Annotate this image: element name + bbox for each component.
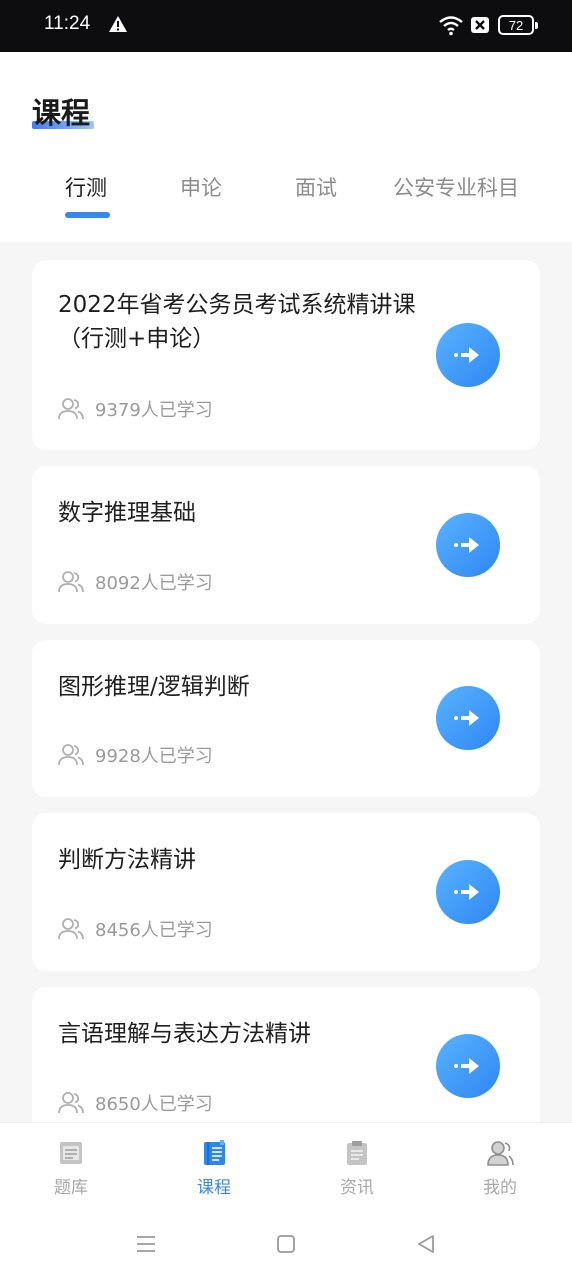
learner-count-text: 8650人已学习 — [95, 1094, 213, 1115]
course-title: 图形推理/逻辑判断 — [58, 674, 250, 700]
header: 课程 行测 申论 面试 公安专业科目 — [0, 52, 572, 242]
course-title: 言语理解与表达方法精讲 — [58, 1021, 311, 1047]
arrow-right-icon — [454, 1058, 479, 1074]
battery-icon: 72 — [498, 15, 538, 35]
nav-label: 题库 — [54, 1178, 88, 1198]
learner-count: 8092人已学习 — [58, 569, 213, 595]
start-course-button[interactable] — [436, 686, 500, 750]
course-card[interactable]: 图形推理/逻辑判断 9928人已学习 — [32, 640, 540, 797]
tab-mianshi[interactable]: 面试 — [295, 172, 337, 202]
system-nav-bar — [0, 1210, 572, 1280]
start-course-button[interactable] — [436, 860, 500, 924]
arrow-right-icon — [454, 710, 479, 726]
course-title: 数字推理基础 — [58, 500, 196, 526]
news-icon — [347, 1141, 367, 1165]
users-icon — [58, 918, 84, 940]
start-course-button[interactable] — [436, 323, 500, 387]
wifi-icon — [439, 16, 463, 36]
course-card[interactable]: 判断方法精讲 8456人已学习 — [32, 813, 540, 971]
users-icon — [58, 1092, 84, 1114]
tab-shenlun[interactable]: 申论 — [180, 172, 222, 202]
learner-count-text: 9379人已学习 — [95, 400, 213, 421]
no-sim-icon — [471, 17, 489, 33]
arrow-right-icon — [454, 537, 479, 553]
learner-count: 9379人已学习 — [58, 396, 213, 422]
nav-item-news[interactable]: 资讯 — [307, 1139, 407, 1198]
users-icon — [58, 744, 84, 766]
start-course-button[interactable] — [436, 1034, 500, 1098]
learner-count: 9928人已学习 — [58, 742, 213, 768]
learner-count-text: 9928人已学习 — [95, 746, 213, 767]
course-title: 判断方法精讲 — [58, 847, 196, 873]
back-icon[interactable] — [414, 1232, 438, 1256]
course-title: 2022年省考公务员考试系统精讲课（行测+申论） — [58, 292, 416, 352]
nav-label: 我的 — [483, 1178, 517, 1198]
users-icon — [58, 571, 84, 593]
nav-item-profile[interactable]: 我的 — [450, 1139, 550, 1198]
home-icon[interactable] — [274, 1232, 298, 1256]
nav-item-course[interactable]: 课程 — [164, 1139, 264, 1198]
course-card[interactable]: 数字推理基础 8092人已学习 — [32, 466, 540, 624]
users-icon — [58, 398, 84, 420]
battery-level: 72 — [508, 17, 524, 33]
arrow-right-icon — [454, 347, 479, 363]
question-bank-icon — [60, 1142, 82, 1164]
page-title: 课程 — [32, 96, 91, 130]
tab-xingce[interactable]: 行测 — [65, 172, 107, 202]
course-list[interactable]: 2022年省考公务员考试系统精讲课（行测+申论） 9379人已学习 数字推理基础 — [32, 260, 540, 1122]
status-time: 11:24 — [44, 13, 91, 34]
course-card[interactable]: 2022年省考公务员考试系统精讲课（行测+申论） 9379人已学习 — [32, 260, 540, 450]
learner-count: 8456人已学习 — [58, 916, 213, 942]
learner-count-text: 8092人已学习 — [95, 573, 213, 594]
menu-icon[interactable] — [134, 1232, 158, 1256]
course-icon — [204, 1140, 225, 1165]
bottom-nav: 题库 课程 资讯 我的 — [0, 1122, 572, 1210]
nav-label: 资讯 — [340, 1178, 374, 1198]
course-card[interactable]: 言语理解与表达方法精讲 8650人已学习 — [32, 987, 540, 1122]
arrow-right-icon — [454, 884, 479, 900]
nav-item-question-bank[interactable]: 题库 — [21, 1139, 121, 1198]
nav-label: 课程 — [197, 1178, 231, 1198]
alert-icon — [109, 16, 127, 32]
status-bar: 11:24 72 — [0, 0, 572, 52]
profile-icon — [487, 1141, 514, 1166]
tab-gongan[interactable]: 公安专业科目 — [393, 172, 519, 202]
learner-count-text: 8456人已学习 — [95, 920, 213, 941]
active-tab-indicator — [65, 212, 110, 218]
learner-count: 8650人已学习 — [58, 1090, 213, 1116]
start-course-button[interactable] — [436, 513, 500, 577]
